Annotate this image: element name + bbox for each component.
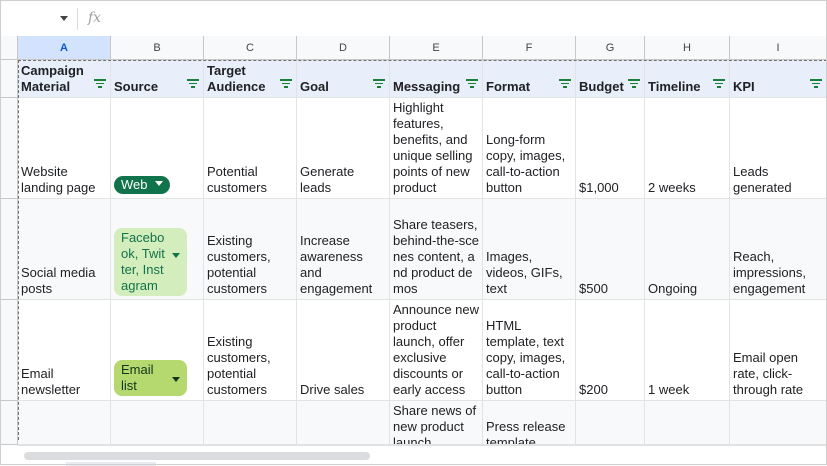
cell-d3[interactable]: Increase awareness and engagement	[297, 199, 390, 300]
cell-i3[interactable]: Reach, impressions, engagement	[730, 199, 827, 300]
header-cell-goal[interactable]: Goal	[297, 60, 390, 98]
chevron-down-icon[interactable]	[172, 377, 180, 382]
source-chip[interactable]: Web	[114, 176, 170, 194]
cell-f4[interactable]: HTML template, text copy, images, call-t…	[483, 300, 576, 401]
header-cell-messaging[interactable]: Messaging	[390, 60, 483, 98]
select-all-corner[interactable]	[0, 36, 18, 60]
cell-d5[interactable]	[297, 401, 390, 445]
filter-icon[interactable]	[628, 79, 640, 88]
formula-bar: fx	[0, 0, 827, 37]
header-cell-timeline[interactable]: Timeline	[645, 60, 730, 98]
cell-f5[interactable]: Press release template	[483, 401, 576, 445]
filter-icon[interactable]	[713, 79, 725, 88]
cell-b3[interactable]: Facebook, Twitter, Instagram	[111, 199, 204, 300]
cell-i5[interactable]	[730, 401, 827, 445]
row-header-1[interactable]	[0, 60, 18, 98]
cell-b2[interactable]: Web	[111, 98, 204, 199]
cell-c2[interactable]: Potential customers	[204, 98, 297, 199]
scrollbar-track-mark	[66, 462, 156, 466]
row-header-4[interactable]	[0, 300, 18, 401]
header-cell-budget[interactable]: Budget	[576, 60, 645, 98]
cell-e3[interactable]: Share teasers, behind-the-scenes content…	[390, 199, 483, 300]
cell-h5[interactable]	[645, 401, 730, 445]
cell-c3[interactable]: Existing customers, potential customers	[204, 199, 297, 300]
cell-i2[interactable]: Leads generated	[730, 98, 827, 199]
filter-icon[interactable]	[373, 79, 385, 88]
header-cell-campaign-material[interactable]: Campaign Material	[18, 60, 111, 98]
cell-g2[interactable]: $1,000	[576, 98, 645, 199]
filter-icon[interactable]	[559, 79, 571, 88]
cell-g3[interactable]: $500	[576, 199, 645, 300]
chevron-down-icon[interactable]	[154, 181, 163, 186]
filter-icon[interactable]	[466, 79, 478, 88]
column-header-b[interactable]: B	[111, 36, 204, 60]
cell-c5[interactable]	[204, 401, 297, 445]
column-header-d[interactable]: D	[297, 36, 390, 60]
row-header-3[interactable]	[0, 199, 18, 300]
cell-a5[interactable]	[18, 401, 111, 445]
column-header-i[interactable]: I	[730, 36, 827, 60]
filter-icon[interactable]	[810, 79, 822, 88]
horizontal-scrollbar[interactable]	[18, 445, 827, 466]
spreadsheet-grid: A B C D E F G H I Campaign Material Sour…	[0, 36, 827, 466]
filter-icon[interactable]	[280, 79, 292, 88]
cell-a3[interactable]: Social media posts	[18, 199, 111, 300]
cell-g4[interactable]: $200	[576, 300, 645, 401]
column-header-c[interactable]: C	[204, 36, 297, 60]
cell-b5[interactable]	[111, 401, 204, 445]
filter-icon[interactable]	[94, 79, 106, 88]
cell-d2[interactable]: Generate leads	[297, 98, 390, 199]
cell-g5[interactable]	[576, 401, 645, 445]
column-header-h[interactable]: H	[645, 36, 730, 60]
column-header-g[interactable]: G	[576, 36, 645, 60]
cell-h2[interactable]: 2 weeks	[645, 98, 730, 199]
scrollbar-thumb[interactable]	[24, 452, 370, 460]
row-header-5[interactable]	[0, 401, 18, 445]
cell-e2[interactable]: Highlight features, benefits, and unique…	[390, 98, 483, 199]
fx-icon: fx	[88, 10, 102, 26]
row-header-2[interactable]	[0, 98, 18, 199]
header-cell-kpi[interactable]: KPI	[730, 60, 827, 98]
header-cell-target-audience[interactable]: Target Audience	[204, 60, 297, 98]
cell-a4[interactable]: Email newsletter	[18, 300, 111, 401]
chevron-down-icon[interactable]	[172, 253, 180, 258]
header-cell-format[interactable]: Format	[483, 60, 576, 98]
chevron-down-icon[interactable]	[60, 16, 68, 21]
cell-d4[interactable]: Drive sales	[297, 300, 390, 401]
filter-icon[interactable]	[187, 79, 199, 88]
cell-c4[interactable]: Existing customers, potential customers	[204, 300, 297, 401]
header-cell-source[interactable]: Source	[111, 60, 204, 98]
cell-h3[interactable]: Ongoing	[645, 199, 730, 300]
formula-input[interactable]	[112, 8, 827, 30]
column-header-e[interactable]: E	[390, 36, 483, 60]
cell-b4[interactable]: Email list	[111, 300, 204, 401]
cell-f3[interactable]: Images, videos, GIFs, text	[483, 199, 576, 300]
column-header-f[interactable]: F	[483, 36, 576, 60]
name-box[interactable]	[6, 8, 72, 30]
source-chip[interactable]: Email list	[114, 360, 187, 396]
source-chip[interactable]: Facebook, Twitter, Instagram	[114, 228, 187, 296]
cell-i4[interactable]: Email open rate, click-through rate	[730, 300, 827, 401]
cell-e5[interactable]: Share news of new product launch	[390, 401, 483, 445]
cell-h4[interactable]: 1 week	[645, 300, 730, 401]
cell-f2[interactable]: Long-form copy, images, call-to-action b…	[483, 98, 576, 199]
column-header-a[interactable]: A	[18, 36, 111, 60]
cell-a2[interactable]: Website landing page	[18, 98, 111, 199]
formula-bar-divider	[77, 8, 78, 30]
cell-e4[interactable]: Announce new product launch, offer exclu…	[390, 300, 483, 401]
